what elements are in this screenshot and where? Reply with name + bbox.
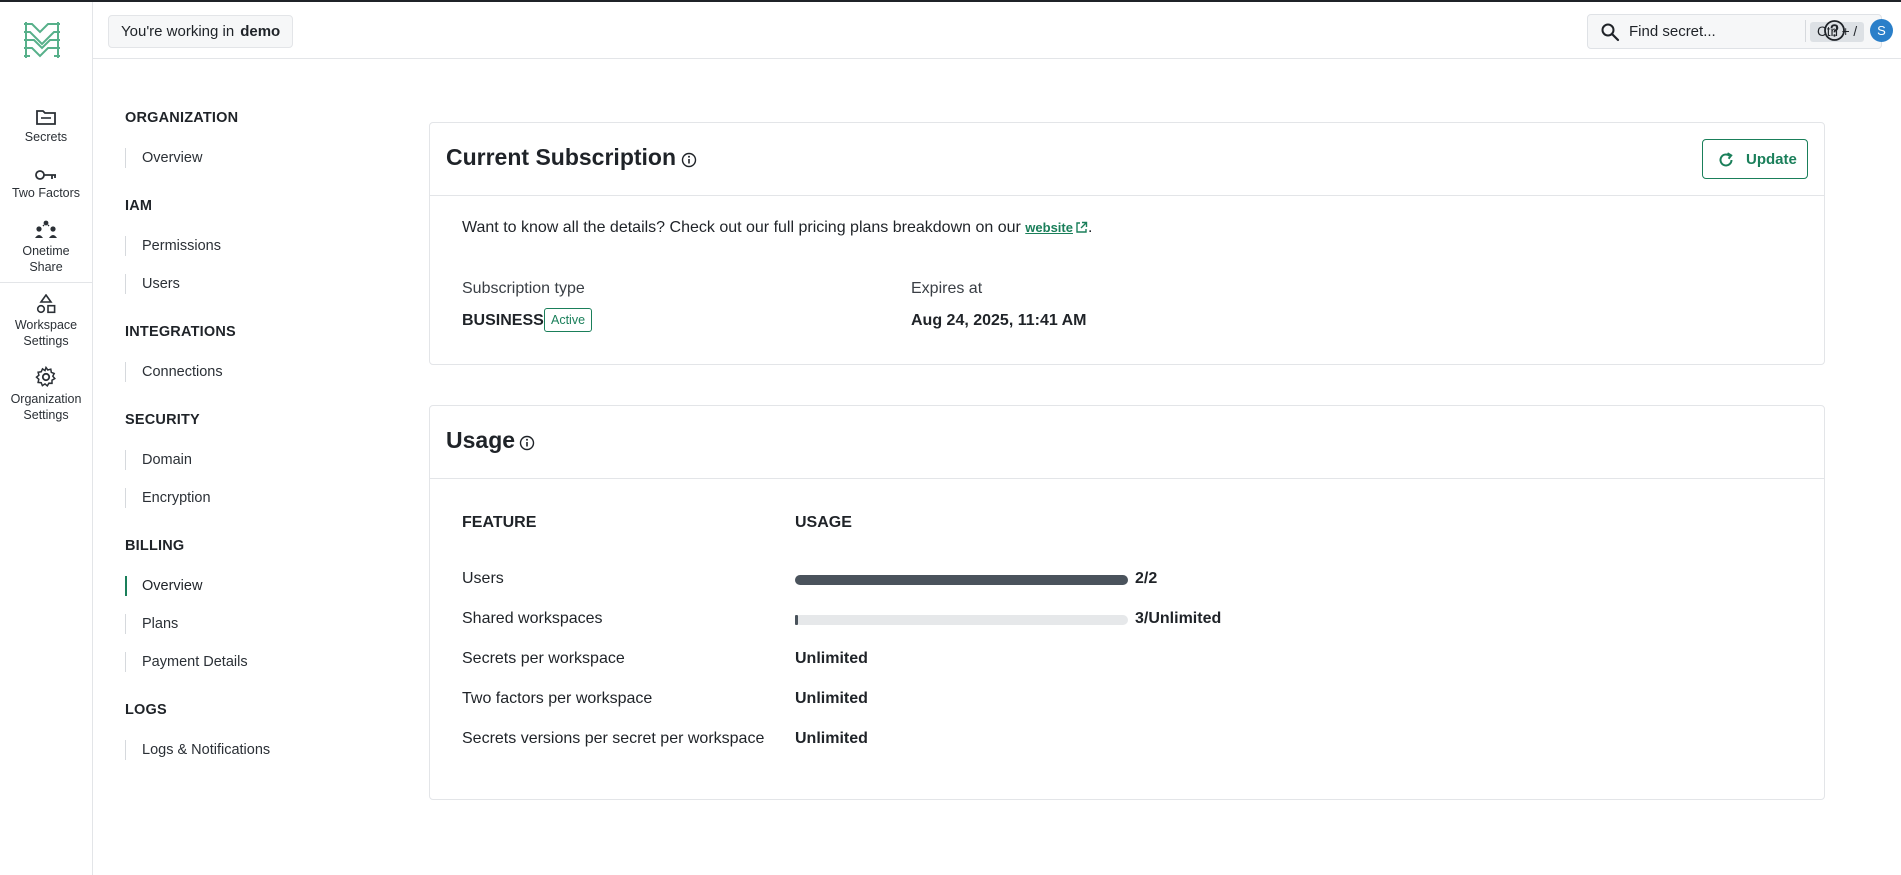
nav-link-billing-overview[interactable]: Overview — [125, 576, 202, 596]
workspace-prefix: You're working in — [121, 23, 235, 40]
workspace-name: demo — [240, 23, 281, 40]
expires-label: Expires at — [911, 280, 983, 297]
subscription-card-header: Current Subscription Update — [430, 123, 1824, 196]
update-button[interactable]: Update — [1702, 139, 1808, 179]
search-placeholder: Find secret... — [1629, 23, 1716, 40]
key-icon — [35, 170, 56, 180]
info-icon[interactable] — [519, 435, 535, 451]
users-share-icon — [35, 220, 57, 238]
rail-item-label: Two Factors — [11, 186, 81, 200]
gear-icon — [35, 366, 56, 388]
expires-value: Aug 24, 2025, 11:41 AM — [911, 312, 1087, 329]
pricing-intro-text: Want to know all the details? Check out … — [462, 219, 1021, 236]
folder-icon — [36, 110, 56, 125]
usage-progress-shared-workspaces — [795, 615, 1128, 625]
website-link-label: website — [1025, 220, 1073, 235]
search-icon — [1601, 23, 1620, 42]
usage-card-header: Usage — [430, 406, 1824, 479]
rail-item-label: Onetime Share — [22, 244, 70, 274]
column-header-usage: USAGE — [795, 514, 852, 531]
app-rail: Secrets Two Factors Onetime Share Worksp… — [0, 2, 93, 875]
nav-group-logs: LOGS — [125, 702, 167, 718]
help-icon — [1824, 20, 1845, 41]
subscription-card: Current Subscription Update Want to know… — [429, 122, 1825, 365]
usage-value-shared-workspaces: 3/Unlimited — [1135, 610, 1222, 627]
pricing-intro-end: . — [1087, 219, 1093, 236]
rail-item-organization-settings[interactable]: Organization Settings — [0, 366, 92, 423]
rail-item-two-factors[interactable]: Two Factors — [0, 168, 92, 201]
pricing-intro: Want to know all the details? Check out … — [462, 219, 1092, 237]
app-logo[interactable] — [20, 18, 64, 62]
nav-link-domain[interactable]: Domain — [125, 450, 192, 470]
usage-card: Usage FEATURE USAGE Users 2/2 Shared wor… — [429, 405, 1825, 800]
nav-group-iam: IAM — [125, 198, 153, 214]
rail-item-label: Workspace Settings — [14, 318, 78, 348]
website-link[interactable]: website — [1025, 220, 1088, 235]
nav-link-users[interactable]: Users — [125, 274, 180, 294]
usage-value-secrets-versions: Unlimited — [795, 730, 868, 747]
usage-progress-users — [795, 575, 1128, 585]
logo-icon — [24, 22, 60, 58]
nav-group-billing: BILLING — [125, 538, 185, 554]
usage-value-secrets-per-workspace: Unlimited — [795, 650, 868, 667]
rail-item-workspace-settings[interactable]: Workspace Settings — [0, 294, 92, 349]
usage-feature-secrets-per-workspace: Secrets per workspace — [462, 650, 625, 667]
nav-link-connections[interactable]: Connections — [125, 362, 223, 382]
rail-item-label: Organization Settings — [10, 392, 82, 422]
rail-item-onetime-share[interactable]: Onetime Share — [0, 220, 92, 275]
rail-divider — [0, 282, 92, 283]
nav-link-plans[interactable]: Plans — [125, 614, 178, 634]
refresh-icon — [1719, 152, 1733, 167]
usage-value-users: 2/2 — [1135, 570, 1158, 587]
usage-progress-fill — [795, 575, 1128, 585]
subscription-type-value: BUSINESS — [462, 312, 544, 329]
status-badge: Active — [544, 308, 593, 332]
workspace-chip[interactable]: You're working in demo — [108, 15, 294, 48]
usage-progress-fill — [795, 615, 799, 625]
nav-group-security: SECURITY — [125, 412, 200, 428]
nav-link-logs-notifications[interactable]: Logs & Notifications — [125, 740, 270, 760]
external-link-icon — [1076, 221, 1088, 233]
subscription-title: Current Subscription — [446, 144, 677, 170]
subscription-type-label: Subscription type — [462, 280, 585, 297]
top-header: You're working in demo Find secret... Ctr… — [93, 2, 1901, 59]
rail-item-secrets[interactable]: Secrets — [0, 108, 92, 145]
nav-group-integrations: INTEGRATIONS — [125, 324, 236, 340]
usage-feature-secrets-versions: Secrets versions per secret per workspac… — [462, 730, 765, 747]
info-icon[interactable] — [681, 152, 697, 168]
usage-value-two-factors-per-workspace: Unlimited — [795, 690, 868, 707]
nav-link-permissions[interactable]: Permissions — [125, 236, 221, 256]
help-button[interactable] — [1823, 19, 1846, 47]
header-divider — [1805, 20, 1806, 42]
nav-link-organization-overview[interactable]: Overview — [125, 148, 202, 168]
update-button-label: Update — [1746, 151, 1797, 168]
nav-link-payment-details[interactable]: Payment Details — [125, 652, 248, 672]
usage-feature-users: Users — [462, 570, 504, 587]
nav-link-encryption[interactable]: Encryption — [125, 488, 211, 508]
usage-feature-two-factors-per-workspace: Two factors per workspace — [462, 690, 653, 707]
nav-group-organization: ORGANIZATION — [125, 110, 239, 126]
avatar[interactable]: S — [1870, 19, 1893, 42]
usage-title: Usage — [446, 427, 516, 453]
rail-item-label: Secrets — [24, 130, 68, 144]
column-header-feature: FEATURE — [462, 514, 537, 531]
usage-feature-shared-workspaces: Shared workspaces — [462, 610, 603, 627]
shapes-icon — [36, 294, 56, 314]
